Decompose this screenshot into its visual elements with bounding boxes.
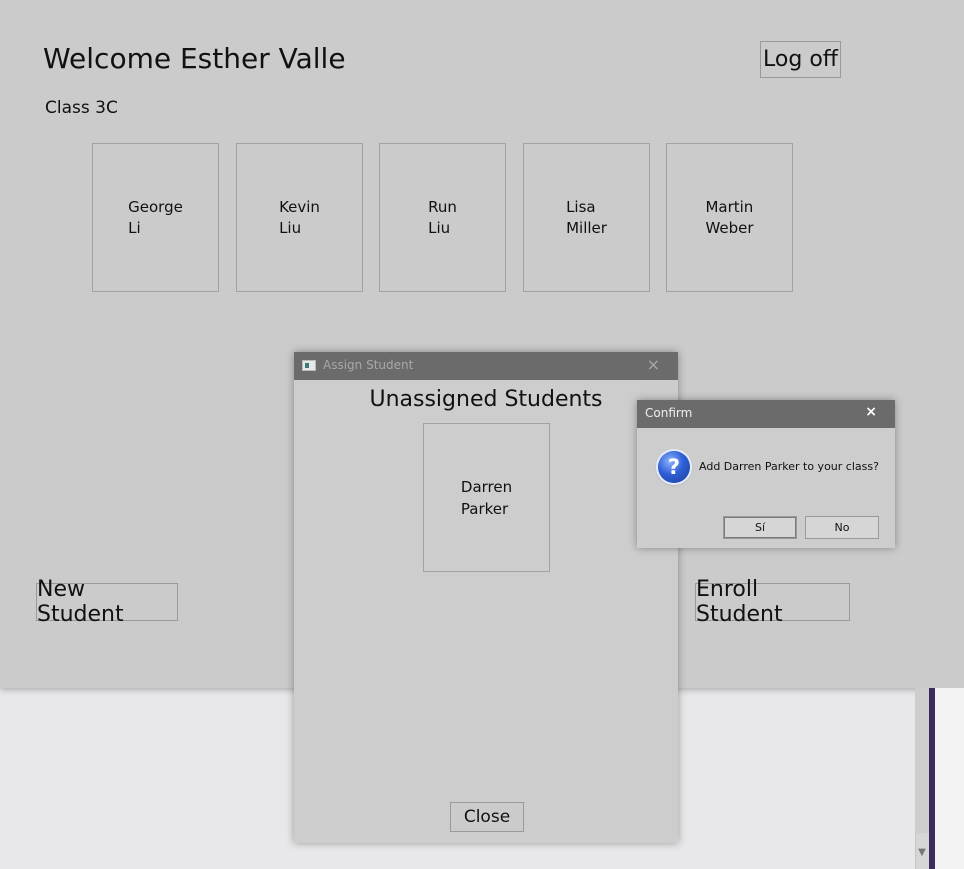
student-first-name: Martin <box>705 197 754 216</box>
student-last-name: Liu <box>279 218 302 237</box>
student-name: Run Liu <box>428 197 457 239</box>
close-icon[interactable]: × <box>865 404 877 420</box>
confirm-dialog: Confirm × ? Add Darren Parker to your cl… <box>637 400 895 548</box>
student-first-name: Darren <box>460 477 513 496</box>
scrollbar-thumb[interactable] <box>915 688 929 833</box>
new-student-button[interactable]: New Student <box>36 577 178 627</box>
no-button[interactable]: No <box>805 516 879 539</box>
dialog-title: Confirm <box>645 406 693 420</box>
student-first-name: Run <box>428 197 457 216</box>
student-card[interactable]: Martin Weber <box>666 143 793 292</box>
dialog-titlebar[interactable]: Confirm × <box>637 400 895 428</box>
close-button[interactable]: Close <box>450 802 524 832</box>
student-last-name: Weber <box>705 218 754 237</box>
student-name: Martin Weber <box>705 197 753 239</box>
student-name: Kevin Liu <box>279 197 320 239</box>
student-last-name: Miller <box>566 218 607 237</box>
dialog-titlebar[interactable]: Assign Student × <box>294 352 678 380</box>
student-card[interactable]: George Li <box>92 143 219 292</box>
student-first-name: Kevin <box>279 197 320 216</box>
log-off-button[interactable]: Log off <box>760 41 841 78</box>
scroll-down-arrow-icon[interactable]: ▼ <box>916 846 928 860</box>
student-last-name: Li <box>128 218 141 237</box>
confirm-message: Add Darren Parker to your class? <box>699 460 879 473</box>
student-name: George Li <box>128 197 183 239</box>
background-pane <box>935 688 964 869</box>
student-last-name: Parker <box>460 499 509 518</box>
unassigned-student-card[interactable]: Darren Parker <box>423 423 550 572</box>
dialog-title: Assign Student <box>323 358 414 372</box>
app-icon <box>302 360 316 371</box>
student-card[interactable]: Lisa Miller <box>523 143 650 292</box>
class-label: Class 3C <box>45 98 118 118</box>
student-name: Lisa Miller <box>566 197 607 239</box>
question-icon: ? <box>658 451 690 483</box>
student-last-name: Liu <box>428 218 451 237</box>
student-card[interactable]: Kevin Liu <box>236 143 363 292</box>
student-card[interactable]: Run Liu <box>379 143 506 292</box>
assign-student-dialog: Assign Student × Unassigned Students Dar… <box>294 352 678 843</box>
close-icon[interactable]: × <box>647 355 660 374</box>
student-name: Darren Parker <box>461 476 512 520</box>
student-first-name: Lisa <box>566 197 596 216</box>
yes-button[interactable]: Sí <box>723 516 797 539</box>
unassigned-students-heading: Unassigned Students <box>369 387 603 412</box>
student-first-name: George <box>128 197 183 216</box>
enroll-student-button[interactable]: Enroll Student <box>695 577 850 627</box>
welcome-heading: Welcome Esther Valle <box>43 42 346 75</box>
